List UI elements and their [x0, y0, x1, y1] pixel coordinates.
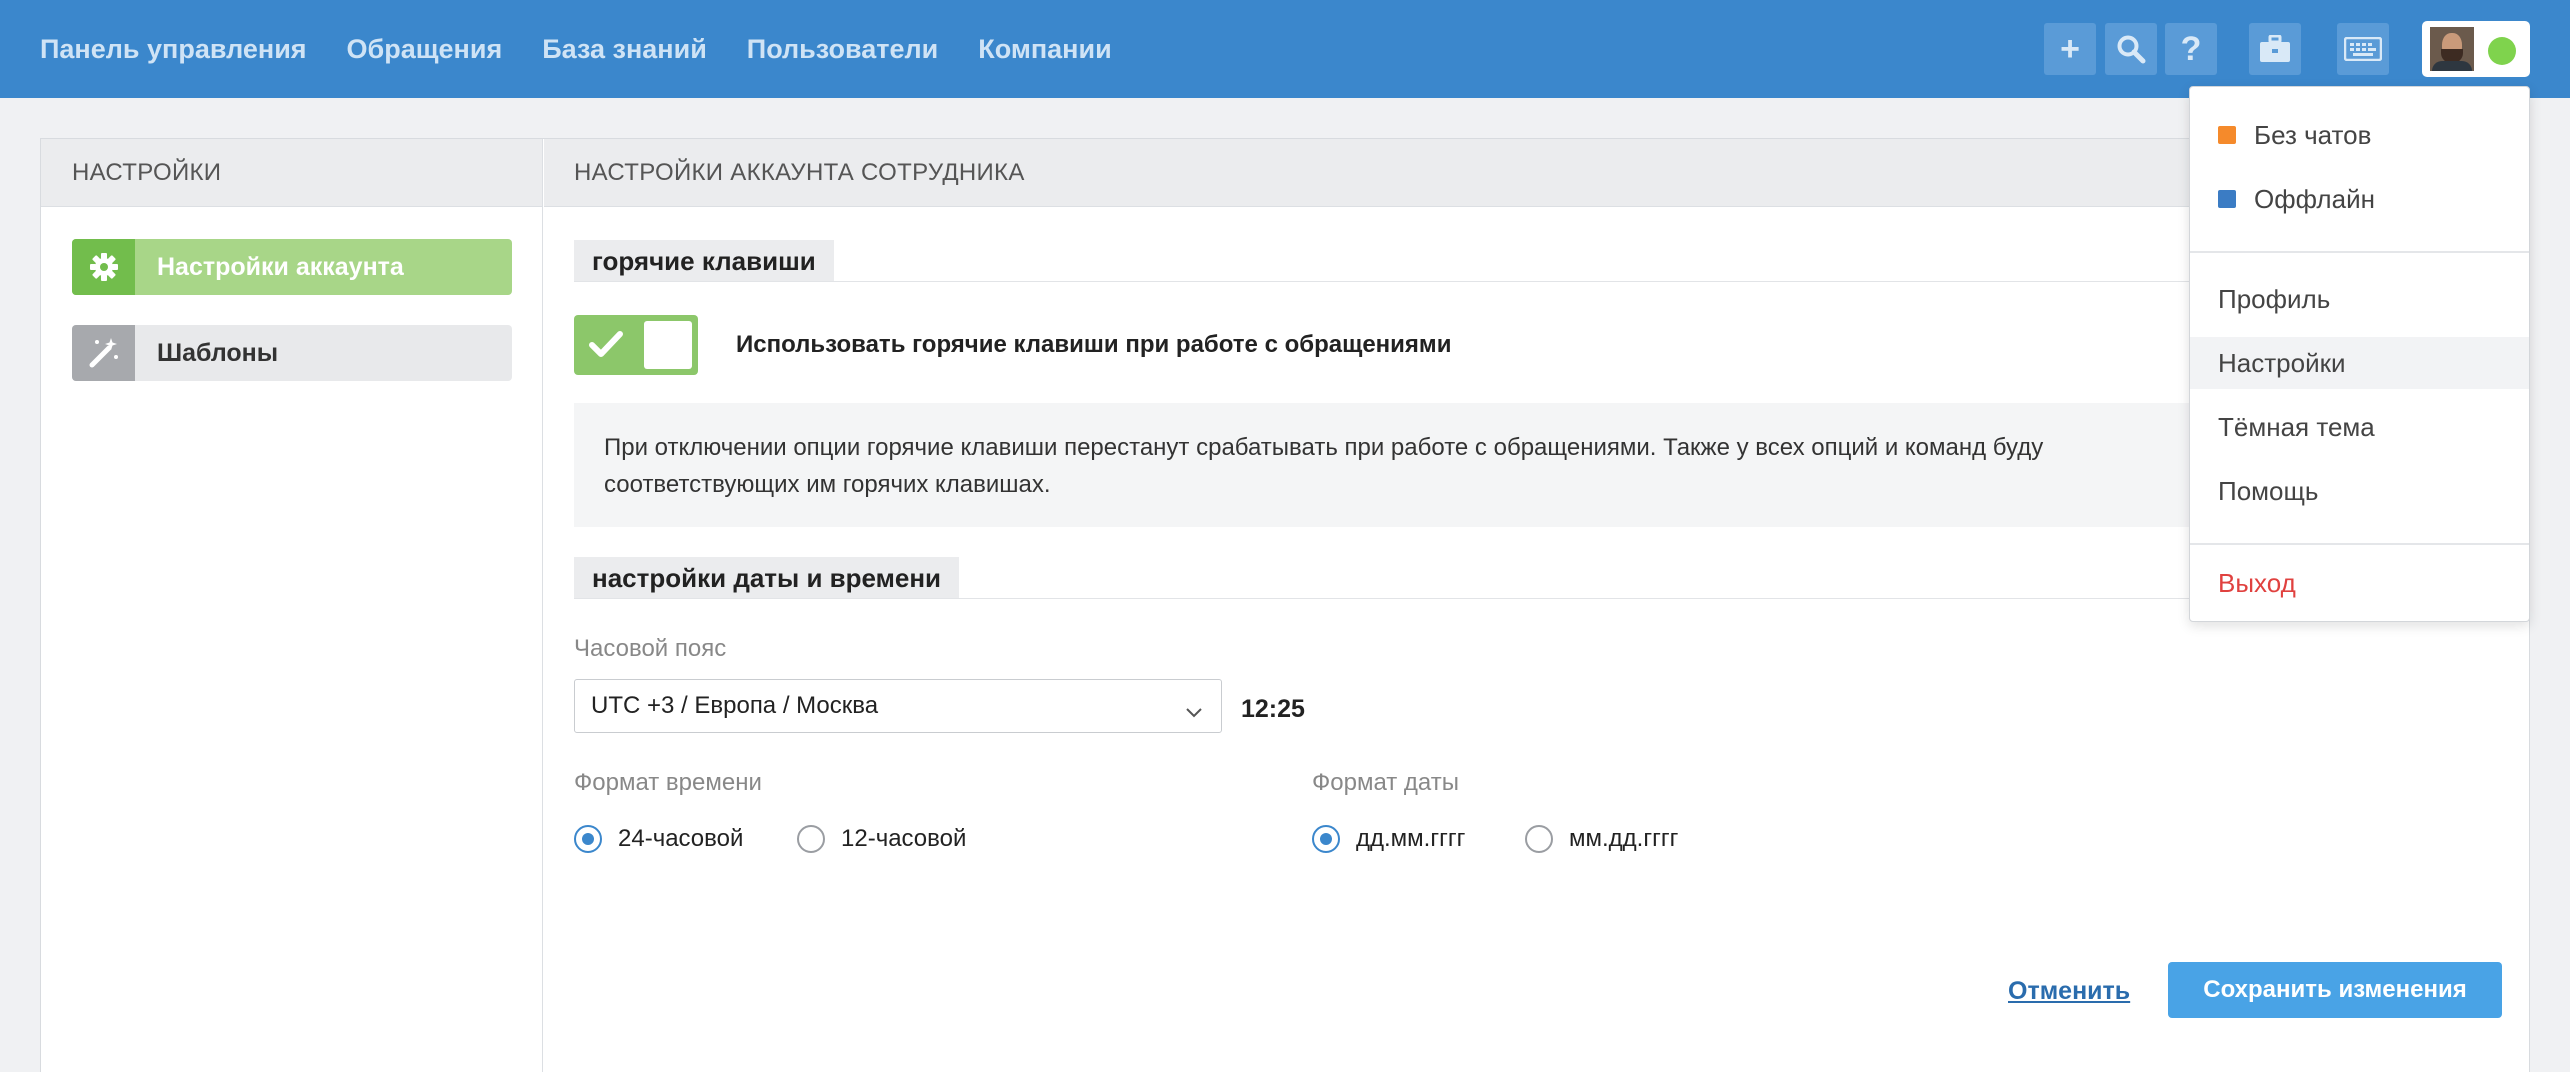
radio-12-hour[interactable]: 12-часовой [797, 825, 966, 853]
sidebar-item-templates[interactable]: Шаблоны [72, 325, 512, 381]
radio-unselected-icon [797, 825, 825, 853]
hotkeys-section-title: горячие клавиши [574, 240, 834, 282]
datetime-section-title: настройки даты и времени [574, 557, 960, 599]
keyboard-icon[interactable] [2337, 23, 2389, 75]
nav-knowledge-base[interactable]: База знаний [542, 34, 707, 65]
menu-item-profile[interactable]: Профиль [2190, 273, 2529, 325]
search-icon[interactable] [2105, 23, 2157, 75]
radio-unselected-icon [1525, 825, 1553, 853]
radio-label: мм.дд.гггг [1569, 825, 1679, 852]
menu-item-help[interactable]: Помощь [2190, 465, 2529, 517]
sidebar-item-label: Шаблоны [157, 338, 279, 367]
help-glyph: ? [2180, 29, 2202, 68]
hotkeys-toggle-label: Использовать горячие клавиши при работе … [736, 331, 1452, 358]
blue-status-icon [2218, 190, 2236, 208]
menu-item-label: Оффлайн [2254, 183, 2375, 214]
sidebar-item-label: Настройки аккаунта [157, 252, 404, 281]
hotkeys-toggle[interactable] [574, 315, 698, 375]
menu-item-label: Без чатов [2254, 119, 2372, 150]
main-nav: Панель управления Обращения База знаний … [40, 0, 1152, 98]
radio-24-hour[interactable]: 24-часовой [574, 825, 743, 853]
note-line: соответствующих им горячих клавишах. [604, 471, 1051, 498]
current-time: 12:25 [1241, 695, 1305, 723]
sidebar-header: НАСТРОЙКИ [41, 139, 542, 207]
timezone-value: UTC +3 / Европа / Москва [591, 692, 879, 719]
nav-users[interactable]: Пользователи [747, 34, 938, 65]
gear-icon [72, 239, 135, 295]
radio-label: 12-часовой [841, 825, 967, 852]
radio-date-mdy[interactable]: мм.дд.гггг [1525, 825, 1678, 853]
menu-item-logout[interactable]: Выход [2190, 557, 2529, 609]
radio-selected-icon [574, 825, 602, 853]
orange-status-icon [2218, 126, 2236, 144]
menu-divider [2190, 543, 2529, 545]
user-menu-button[interactable] [2422, 21, 2530, 77]
radio-label: 24-часовой [618, 825, 744, 852]
nav-dashboard[interactable]: Панель управления [40, 34, 307, 65]
nav-companies[interactable]: Компании [978, 34, 1111, 65]
online-status-icon [2488, 37, 2516, 65]
sidebar-item-account-settings[interactable]: Настройки аккаунта [72, 239, 512, 295]
settings-panel: НАСТРОЙКИ Настройки аккаунта Шаблоны НАС… [40, 138, 2530, 1072]
user-dropdown-menu: Без чатов Оффлайн Профиль Настройки Тёмн… [2189, 86, 2530, 622]
radio-date-dmy[interactable]: дд.мм.гггг [1312, 825, 1465, 853]
menu-divider [2190, 251, 2529, 253]
note-line: При отключении опции горячие клавиши пер… [604, 434, 2044, 461]
plus-glyph: + [2060, 29, 2080, 68]
settings-sidebar: НАСТРОЙКИ Настройки аккаунта Шаблоны [41, 139, 543, 1072]
menu-status-offline[interactable]: Оффлайн [2190, 173, 2529, 225]
checkmark-icon [588, 329, 624, 364]
help-icon[interactable]: ? [2165, 23, 2217, 75]
time-format-label: Формат времени [574, 769, 762, 796]
magic-wand-icon [72, 325, 135, 381]
menu-item-dark-theme[interactable]: Тёмная тема [2190, 401, 2529, 453]
menu-item-settings[interactable]: Настройки [2190, 337, 2529, 389]
avatar [2430, 27, 2474, 71]
radio-selected-icon [1312, 825, 1340, 853]
top-navigation-bar: Панель управления Обращения База знаний … [0, 0, 2570, 98]
radio-label: дд.мм.гггг [1356, 825, 1466, 852]
date-format-label: Формат даты [1312, 769, 1459, 796]
hotkeys-info-note: При отключении опции горячие клавиши пер… [574, 403, 2194, 527]
toggle-knob [644, 321, 692, 369]
cancel-button[interactable]: Отменить [2008, 977, 2130, 1006]
plus-icon[interactable]: + [2044, 23, 2096, 75]
menu-status-no-chats[interactable]: Без чатов [2190, 109, 2529, 161]
briefcase-icon[interactable] [2249, 23, 2301, 75]
save-button[interactable]: Сохранить изменения [2168, 962, 2502, 1018]
nav-tickets[interactable]: Обращения [347, 34, 503, 65]
chevron-down-icon [1185, 698, 1203, 726]
timezone-select[interactable]: UTC +3 / Европа / Москва [574, 679, 1222, 733]
timezone-label: Часовой пояс [574, 635, 727, 662]
